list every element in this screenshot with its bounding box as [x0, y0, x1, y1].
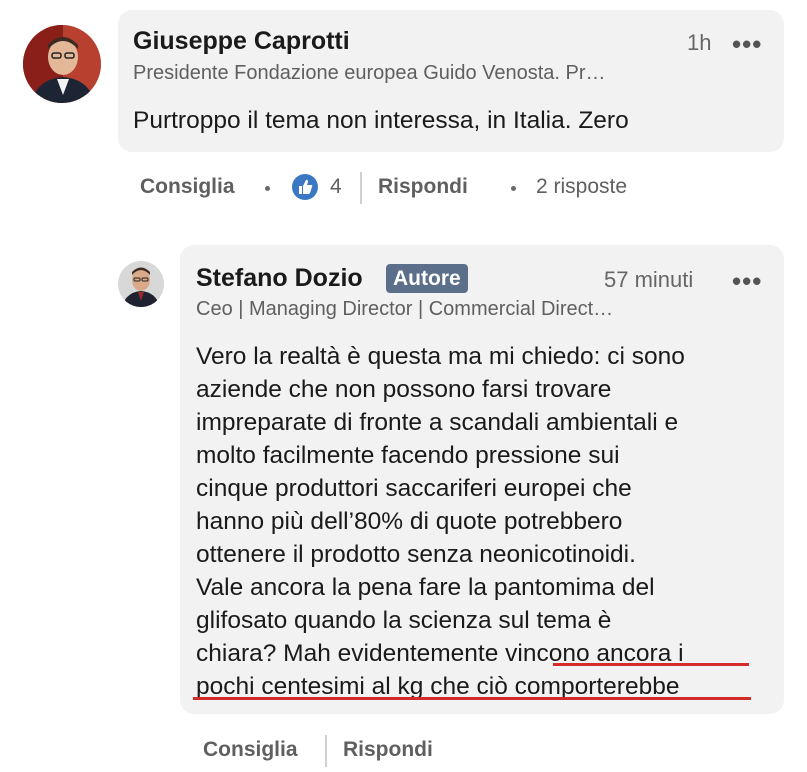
- reply-text-line: aziende che non possono farsi trovare: [196, 376, 612, 403]
- comment-text: Purtroppo il tema non interessa, in Ital…: [133, 107, 629, 134]
- replies-count-link[interactable]: 2 risposte: [536, 175, 627, 199]
- like-button[interactable]: Consiglia: [203, 738, 298, 762]
- avatar-photo: [23, 25, 101, 103]
- reaction-count[interactable]: 4: [330, 175, 342, 199]
- reply-text-line: glifosato quando la scienza sul tema è: [196, 607, 612, 634]
- reply-button[interactable]: Rispondi: [343, 738, 433, 762]
- avatar-stefano[interactable]: [118, 261, 164, 307]
- reply-time: 57 minuti: [604, 267, 694, 292]
- reply-text-line: cinque produttori saccariferi europei ch…: [196, 475, 632, 502]
- highlight-underline: [193, 697, 751, 700]
- like-button[interactable]: Consiglia: [140, 175, 235, 199]
- divider: [325, 735, 327, 767]
- reply-author-name[interactable]: Stefano Dozio: [196, 264, 363, 293]
- avatar-giuseppe[interactable]: [23, 25, 101, 103]
- ellipsis-icon[interactable]: •••: [732, 268, 762, 294]
- reply-text-line: impreparate di fronte a scandali ambient…: [196, 409, 679, 436]
- separator-dot: [265, 186, 270, 191]
- reply-text-line: ottenere il prodotto senza neonicotinoid…: [196, 541, 636, 568]
- highlight-underline: [553, 663, 749, 666]
- thumbs-up-icon[interactable]: [291, 173, 319, 201]
- ellipsis-icon[interactable]: •••: [732, 31, 762, 57]
- reply-text-line: Vale ancora la pena fare la pantomima de…: [196, 574, 655, 601]
- reply-text-line: Vero la realtà è questa ma mi chiedo: ci…: [196, 343, 685, 370]
- reply-button[interactable]: Rispondi: [378, 175, 468, 199]
- comment-author-name[interactable]: Giuseppe Caprotti: [133, 27, 350, 56]
- reply-text-line: hanno più dell’80% di quote potrebbero: [196, 508, 623, 535]
- reply-author-headline: Ceo | Managing Director | Commercial Dir…: [196, 298, 614, 320]
- separator-dot: [511, 186, 516, 191]
- divider: [360, 172, 362, 204]
- avatar-photo: [118, 261, 164, 307]
- author-badge: Autore: [386, 264, 468, 293]
- comment-author-headline: Presidente Fondazione europea Guido Veno…: [133, 62, 606, 84]
- reply-text-line: molto facilmente facendo pressione sui: [196, 442, 620, 469]
- comment-time: 1h: [687, 30, 712, 55]
